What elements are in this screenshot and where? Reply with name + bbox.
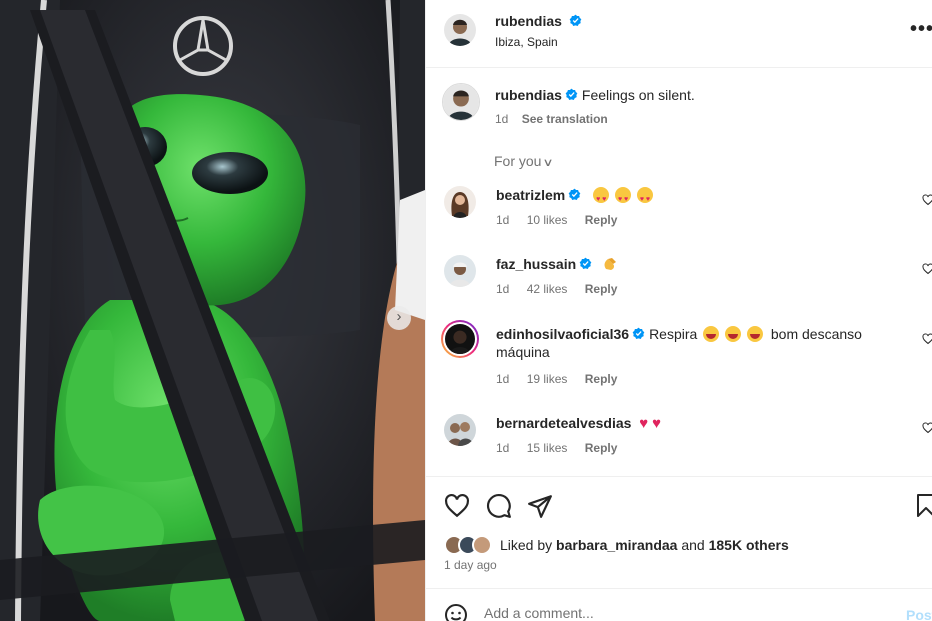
comment-sort-label: For you (494, 153, 542, 169)
reply-button[interactable]: Reply (585, 282, 618, 296)
save-bookmark-icon[interactable] (914, 493, 932, 519)
commenter-username[interactable]: edinhosilvaoficial36 (496, 326, 629, 342)
comment-time: 1d (496, 372, 510, 386)
comment-input[interactable] (484, 605, 864, 621)
reply-button[interactable]: Reply (585, 372, 618, 386)
comment-likes[interactable]: 10 likes (527, 213, 568, 227)
comment-likes[interactable]: 42 likes (527, 282, 568, 296)
share-paper-plane-icon[interactable] (527, 493, 553, 519)
commenter-avatar[interactable] (444, 414, 476, 446)
heart-eyes-emoji-icon: ♥ ♥ (615, 187, 632, 203)
verified-badge-icon (570, 14, 582, 27)
comment-sort-dropdown[interactable]: For you∨ (494, 153, 555, 169)
commenter-username[interactable]: faz_hussain (496, 256, 576, 272)
liked-by-user[interactable]: barbara_mirandaa (556, 537, 677, 553)
comment-likes[interactable]: 19 likes (527, 372, 568, 386)
post-time-ago: 1 day ago (444, 558, 497, 572)
post-comment-button[interactable]: Post (906, 607, 932, 621)
commenter-avatar[interactable] (444, 255, 476, 287)
red-heart-emoji-icon: ♥ (639, 415, 649, 432)
caption-meta: 1d See translation (495, 112, 608, 126)
liked-by-joiner: and (681, 537, 705, 553)
laughing-emoji-icon (746, 326, 763, 342)
commenter-avatar[interactable] (444, 186, 476, 218)
carousel-next-button[interactable]: › (387, 306, 411, 330)
caption-text: Feelings on silent. (581, 87, 695, 103)
comment-time: 1d (496, 213, 510, 227)
heart-eyes-emoji-icon: ♥ ♥ (593, 187, 610, 203)
like-comment-heart-icon[interactable] (922, 422, 932, 434)
chevron-down-icon: ∨ (542, 157, 555, 169)
author-name-row: rubendias (495, 13, 582, 31)
red-heart-emoji-icon: ♥ (652, 415, 661, 432)
laughing-emoji-icon (725, 326, 742, 342)
author-username[interactable]: rubendias (495, 13, 562, 29)
post-photo: › (0, 0, 425, 621)
like-heart-icon[interactable] (444, 493, 470, 519)
caption-time: 1d (495, 112, 509, 126)
caption-author-avatar[interactable] (442, 83, 480, 121)
post-details-panel: rubendias Ibiza, Spain ••• rubendias Feel… (425, 0, 932, 621)
comment-time: 1d (496, 282, 510, 296)
heart-eyes-emoji-icon: ♥ ♥ (636, 187, 653, 203)
laughing-emoji-icon (703, 326, 720, 342)
comment-text-continued: bom descanso (770, 326, 862, 342)
commenter-username[interactable]: beatrizlem (496, 187, 565, 203)
commenter-avatar-story-ring[interactable] (441, 320, 479, 358)
post-header: rubendias Ibiza, Spain ••• (426, 0, 932, 68)
author-avatar[interactable] (444, 14, 476, 46)
clap-emoji-icon (602, 256, 618, 272)
comment-text-line2: máquina (496, 344, 550, 360)
avatar (472, 535, 492, 555)
reply-button[interactable]: Reply (585, 441, 618, 455)
liked-by-others[interactable]: 185K others (709, 537, 789, 553)
liked-by-prefix: Liked by (500, 537, 553, 553)
reply-button[interactable]: Reply (585, 213, 618, 227)
like-comment-heart-icon[interactable] (922, 263, 932, 275)
caption-row: rubendias Feelings on silent. (495, 87, 695, 103)
verified-badge-icon (565, 88, 578, 101)
verified-badge-icon (568, 188, 581, 201)
like-comment-heart-icon[interactable] (922, 333, 932, 345)
commenter-username[interactable]: bernardetealvesdias (496, 415, 631, 431)
emoji-smiley-icon[interactable] (444, 603, 468, 621)
post-location[interactable]: Ibiza, Spain (495, 35, 558, 49)
verified-badge-icon (632, 327, 645, 340)
verified-badge-icon (579, 257, 592, 270)
alien-in-car-seat-image (0, 0, 425, 621)
like-comment-heart-icon[interactable] (922, 194, 932, 206)
caption-username[interactable]: rubendias (495, 87, 562, 103)
comment-likes[interactable]: 15 likes (527, 441, 568, 455)
more-options-button[interactable]: ••• (910, 18, 932, 41)
comment-text: Respira (649, 326, 698, 342)
comment-bubble-icon[interactable] (486, 493, 512, 519)
add-comment-bar: Post (426, 588, 932, 621)
see-translation-button[interactable]: See translation (522, 112, 608, 126)
actions-divider (426, 476, 932, 477)
liked-by-avatars[interactable] (444, 535, 498, 555)
comment-time: 1d (496, 441, 510, 455)
